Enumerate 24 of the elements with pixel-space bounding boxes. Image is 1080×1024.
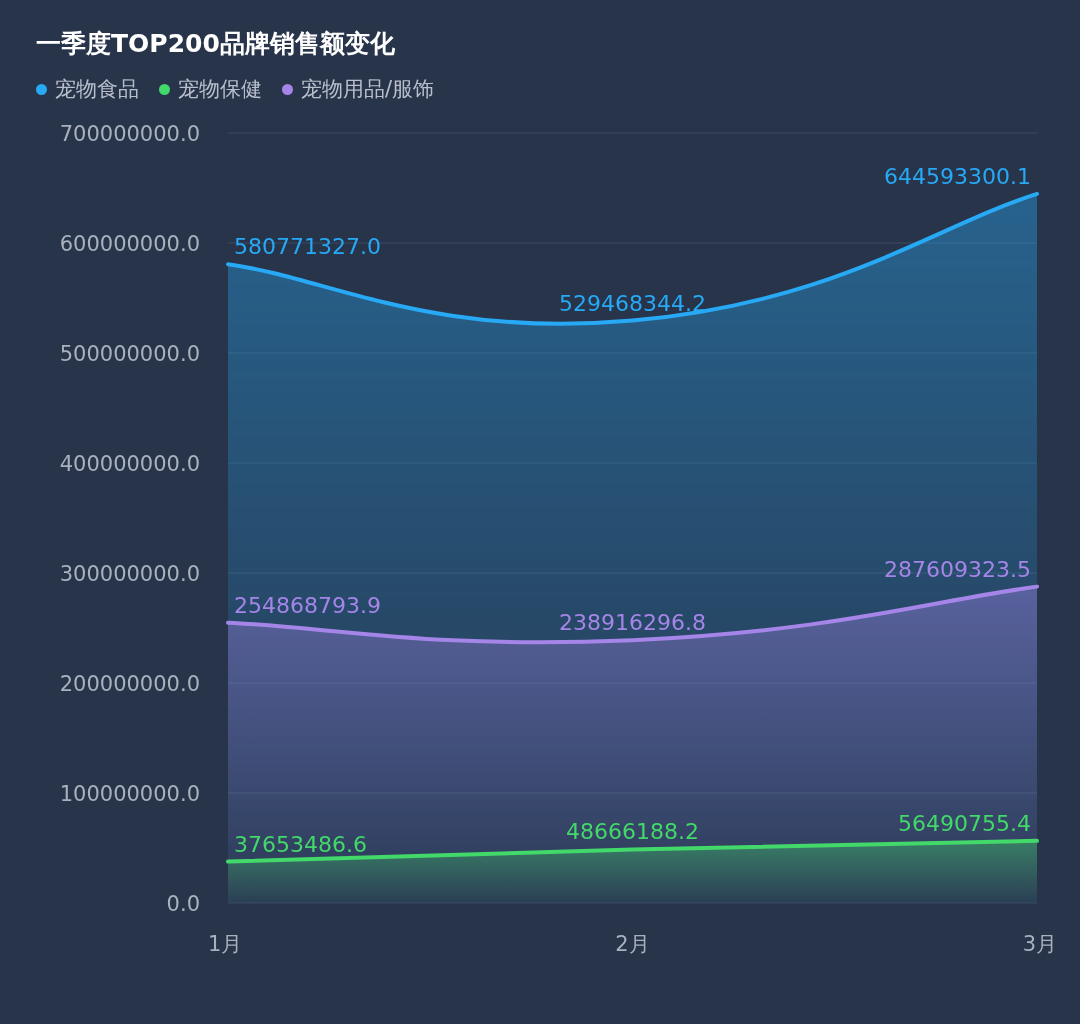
axis-label: 600000000.0 [59, 231, 200, 256]
legend-label: 宠物保健 [178, 76, 262, 103]
axis-label: 1月 [208, 931, 243, 956]
data-label: 644593300.1 [884, 163, 1031, 189]
axis-label: 0.0 [166, 891, 200, 916]
legend-label: 宠物食品 [55, 76, 139, 103]
data-label: 287609323.5 [884, 556, 1031, 582]
legend-label: 宠物用品/服饰 [301, 76, 435, 103]
axis-label: 500000000.0 [59, 341, 200, 366]
data-label: 37653486.6 [234, 831, 367, 857]
axis-label: 400000000.0 [59, 451, 200, 476]
axis-label: 700000000.0 [59, 121, 200, 146]
axis-label: 200000000.0 [59, 671, 200, 696]
data-label: 529468344.2 [559, 290, 706, 316]
data-label: 580771327.0 [234, 233, 381, 259]
axis-label: 2月 [615, 931, 650, 956]
axis-label: 3月 [1022, 931, 1057, 956]
axis-label: 300000000.0 [59, 561, 200, 586]
data-label: 48666188.2 [566, 818, 699, 844]
data-label: 238916296.8 [559, 609, 706, 635]
chart-title: 一季度TOP200品牌销售额变化 [35, 28, 396, 60]
data-label: 254868793.9 [234, 592, 381, 618]
axis-label: 100000000.0 [59, 781, 200, 806]
data-label: 56490755.4 [898, 810, 1031, 836]
